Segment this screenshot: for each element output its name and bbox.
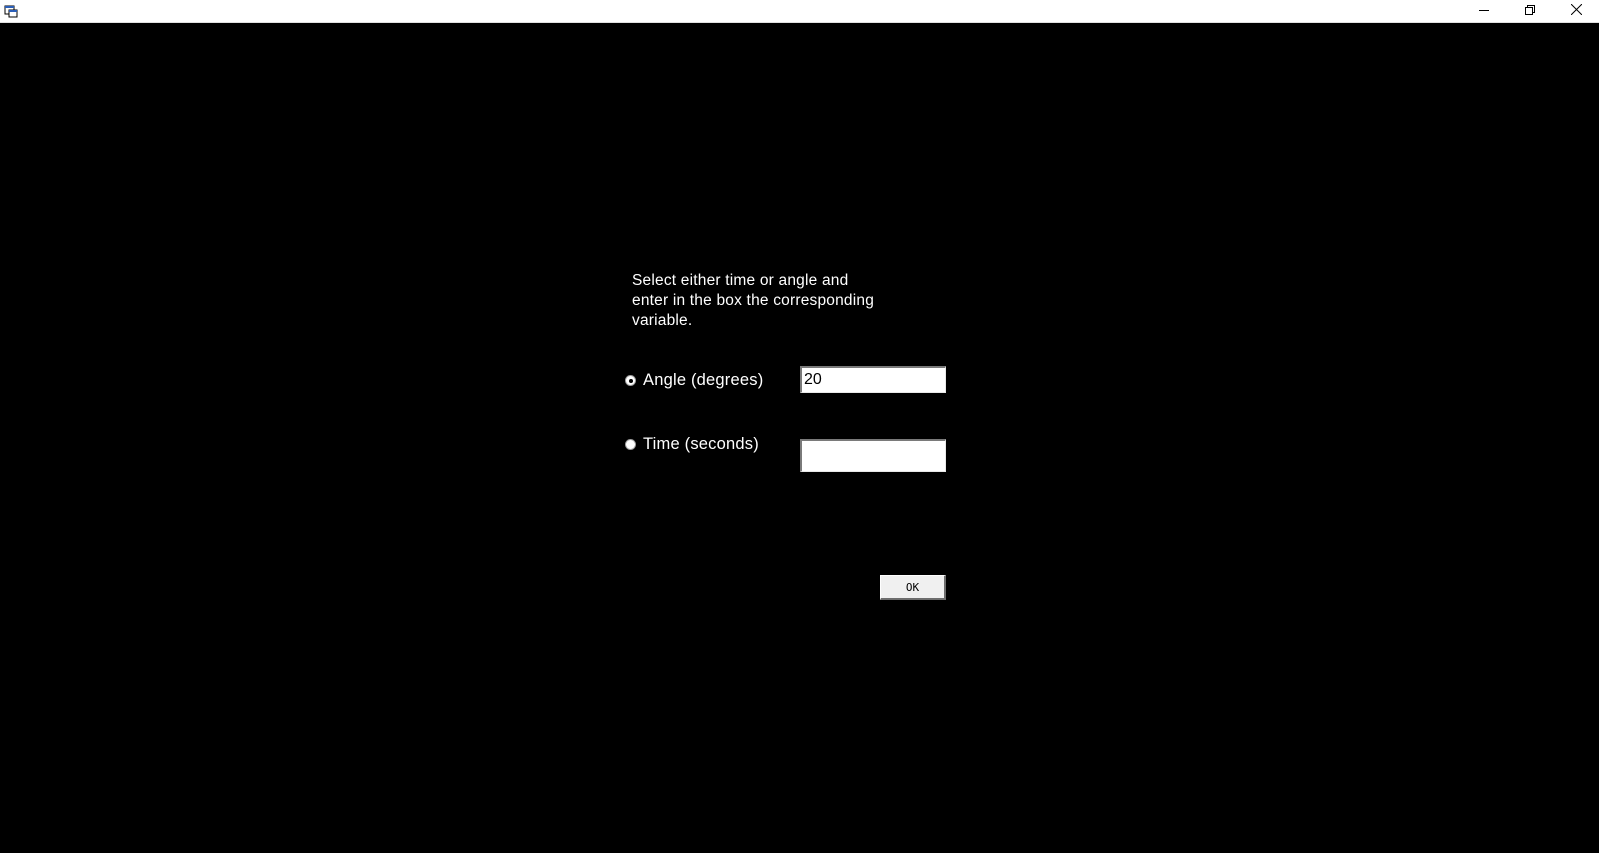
time-input[interactable] (800, 439, 946, 472)
close-icon (1570, 2, 1582, 20)
angle-radio[interactable] (625, 375, 636, 386)
time-option[interactable]: Time (seconds) (625, 435, 759, 454)
angle-label: Angle (degrees) (643, 371, 764, 389)
ok-button[interactable]: OK (880, 575, 946, 600)
close-button[interactable] (1553, 0, 1599, 22)
app-window-icon[interactable] (4, 4, 18, 18)
angle-input[interactable] (800, 366, 946, 393)
title-bar (0, 0, 1599, 23)
minimize-button[interactable] (1461, 0, 1507, 22)
angle-option[interactable]: Angle (degrees) (625, 371, 763, 390)
instructions-text: Select either time or angle and enter in… (632, 272, 875, 329)
restore-icon (1525, 2, 1535, 20)
restore-button[interactable] (1507, 0, 1553, 22)
dialog-client-area: Select either time or angle and enter in… (0, 23, 1599, 853)
minimize-icon (1479, 2, 1489, 20)
time-radio[interactable] (625, 439, 636, 450)
time-label: Time (seconds) (643, 435, 759, 453)
